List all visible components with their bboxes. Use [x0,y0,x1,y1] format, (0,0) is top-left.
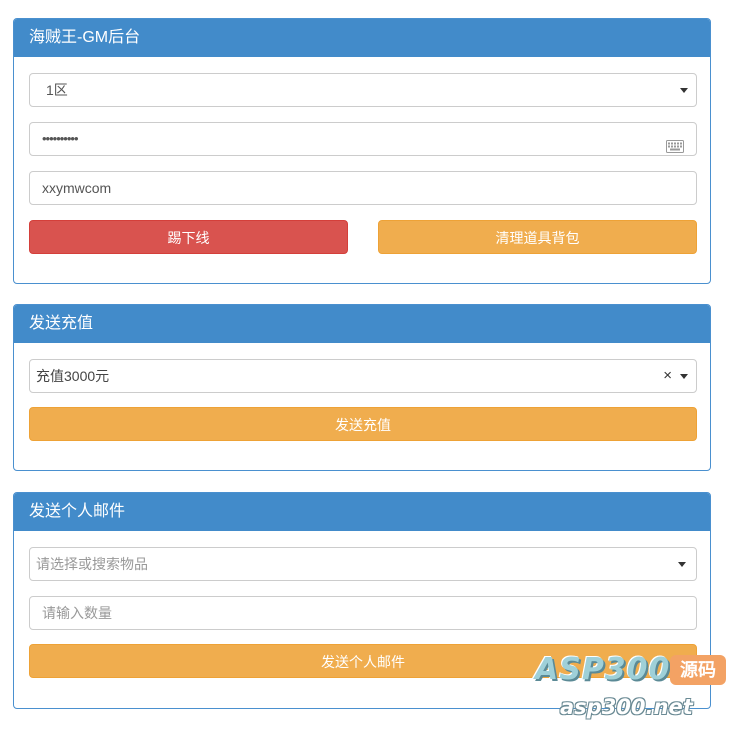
keyboard-icon[interactable] [666,132,684,164]
item-select-placeholder: 请选择或搜索物品 [36,556,148,572]
password-value: •••••••••• [42,131,79,146]
watermark: ASP300 源码 asp300.net [532,652,728,724]
account-value: xxymwcom [42,180,112,196]
chevron-down-icon [680,88,688,93]
watermark-brand: ASP300 [535,652,671,687]
panel-title-mail: 发送个人邮件 [14,493,710,531]
recharge-select[interactable]: 充值3000元 × [29,359,697,393]
recharge-panel: 发送充值 充值3000元 × 发送充值 [13,304,711,471]
clear-bag-button[interactable]: 清理道具背包 [378,220,697,254]
quantity-placeholder: 请输入数量 [42,605,112,621]
chevron-down-icon [678,562,686,567]
kick-offline-button[interactable]: 踢下线 [29,220,348,254]
clear-icon[interactable]: × [663,360,672,392]
recharge-select-value: 充值3000元 [36,368,110,384]
server-select-value: 1区 [46,82,68,98]
chevron-down-icon [680,374,688,379]
password-field[interactable]: •••••••••• [29,122,697,156]
account-field[interactable]: xxymwcom [29,171,697,205]
send-recharge-button[interactable]: 发送充值 [29,407,697,441]
panel-title-gm: 海贼王-GM后台 [14,19,710,57]
watermark-url: asp300.net [560,695,693,719]
item-select[interactable]: 请选择或搜索物品 [29,547,697,581]
gm-panel: 海贼王-GM后台 1区 •••••••••• xxymwcom 踢下线 清理道具… [13,18,711,284]
watermark-badge: 源码 [670,655,726,685]
quantity-input[interactable]: 请输入数量 [29,596,697,630]
server-select[interactable]: 1区 [29,73,697,107]
panel-title-recharge: 发送充值 [14,305,710,343]
